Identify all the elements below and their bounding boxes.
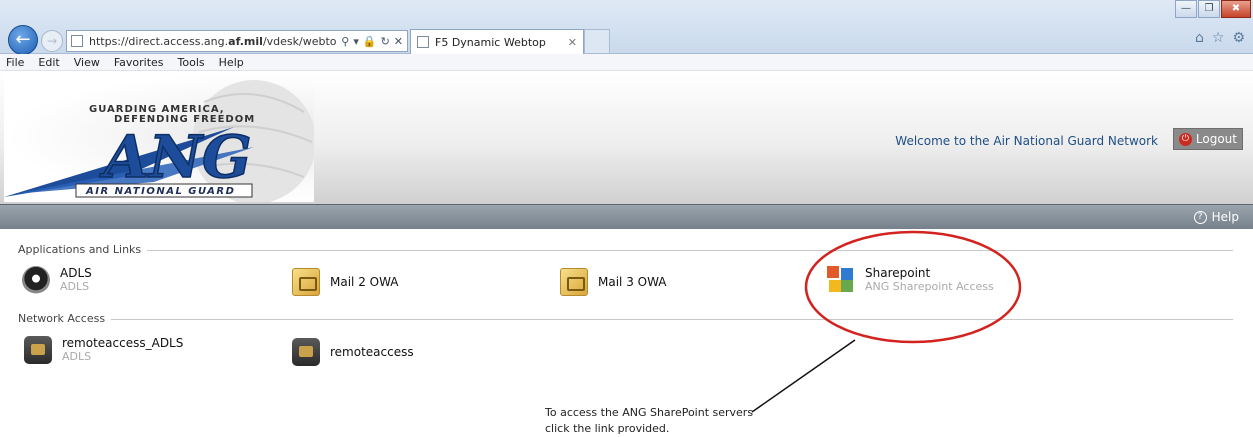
section-title-network: Network Access [18,312,112,325]
annotation-pointer-line [751,339,856,413]
annotation-line-2: click the link provided. [545,422,670,435]
annotation-line-1: To access the ANG SharePoint servers [545,406,754,419]
annotation-overlay [751,230,1022,413]
annotation-circle [804,230,1022,344]
annotation-text: To access the ANG SharePoint servers cli… [545,405,753,437]
section-title-apps: Applications and Links [18,243,148,256]
